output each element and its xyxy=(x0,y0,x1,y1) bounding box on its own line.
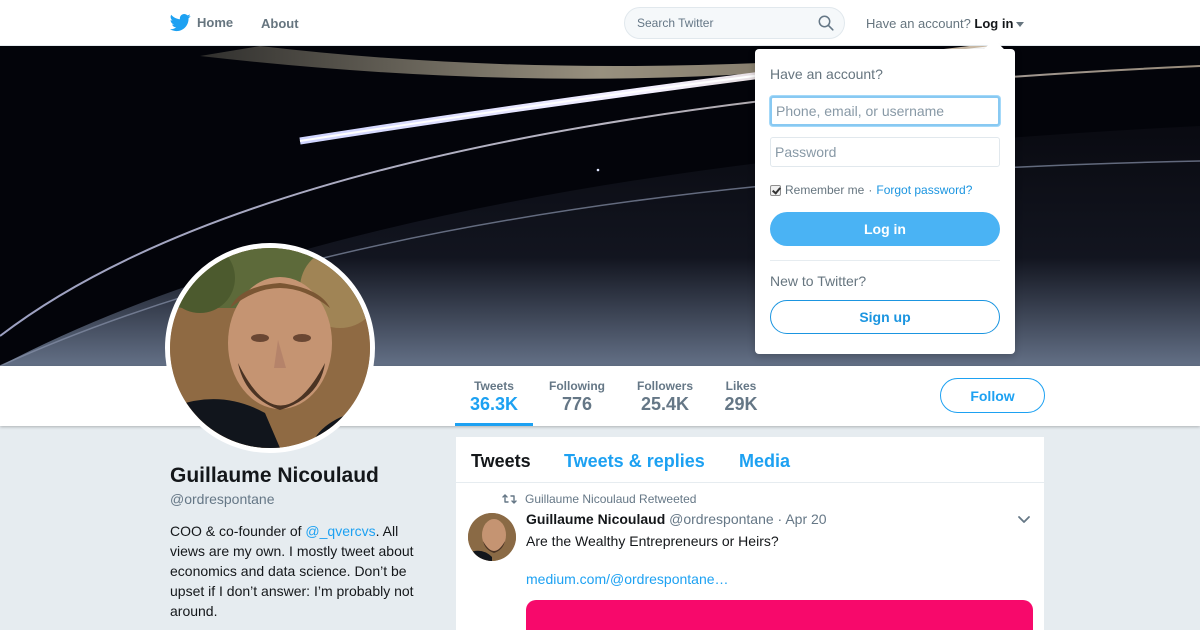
login-dropdown-toggle[interactable]: Log in xyxy=(974,16,1025,31)
tweet-date[interactable]: · Apr 20 xyxy=(778,511,827,527)
bio-mention-link[interactable]: @_qvercvs xyxy=(305,523,375,539)
twitter-bird-icon xyxy=(170,14,191,32)
retweet-icon xyxy=(502,494,517,504)
tab-media[interactable]: Media xyxy=(739,451,790,472)
have-account-text: Have an account? xyxy=(866,16,971,31)
new-to-twitter-text: New to Twitter? xyxy=(770,273,867,289)
follow-button[interactable]: Follow xyxy=(940,378,1045,413)
tweet-link[interactable]: medium.com/@ordrespontane… xyxy=(526,571,729,587)
bio-text: COO & co-founder of xyxy=(170,523,306,539)
have-account-area: Have an account? Log in xyxy=(866,16,1025,31)
remember-me-row: Remember me · Forgot password? xyxy=(770,183,972,197)
stat-followers[interactable]: Followers 25.4K xyxy=(636,379,694,415)
username-field[interactable] xyxy=(770,96,1000,126)
profile-bio: COO & co-founder of @_qvercvs. All views… xyxy=(170,521,420,621)
stat-label: Likes xyxy=(725,379,757,393)
stat-label: Followers xyxy=(636,379,693,393)
tab-tweets[interactable]: Tweets xyxy=(471,451,531,472)
stat-value: 776 xyxy=(561,394,593,414)
timeline: Tweets Tweets & replies Media Guillaume … xyxy=(456,437,1044,630)
top-navigation-bar: Home About Have an account? Log in xyxy=(0,0,1200,46)
search-input[interactable] xyxy=(625,8,805,38)
stat-label: Tweets xyxy=(474,379,514,393)
login-toggle-label: Log in xyxy=(974,16,1014,31)
tweet-author-name[interactable]: Guillaume Nicoulaud xyxy=(526,511,665,527)
stat-label: Following xyxy=(549,379,605,393)
chevron-down-icon[interactable] xyxy=(1017,515,1031,525)
stat-tweets[interactable]: Tweets 36.3K xyxy=(470,379,518,415)
password-field[interactable] xyxy=(770,137,1000,167)
retweet-context-text[interactable]: Guillaume Nicoulaud Retweeted xyxy=(525,492,696,506)
divider xyxy=(770,260,1000,261)
forgot-password-link[interactable]: Forgot password? xyxy=(876,183,972,197)
active-tab-indicator xyxy=(455,423,533,426)
stat-value: 36.3K xyxy=(470,394,519,414)
tweet-text: Are the Wealthy Entrepreneurs or Heirs? xyxy=(526,533,779,549)
tweet-header: Guillaume Nicoulaud @ordrespontane · Apr… xyxy=(526,511,827,527)
tweet-media-card[interactable] xyxy=(526,600,1033,630)
remember-me-checkbox[interactable] xyxy=(770,184,781,196)
signup-button[interactable]: Sign up xyxy=(770,300,1000,334)
stat-following[interactable]: Following 776 xyxy=(548,379,606,415)
stat-value: 29K xyxy=(724,394,758,414)
stat-value: 25.4K xyxy=(640,394,690,414)
caret-down-icon xyxy=(1016,22,1025,28)
tab-tweets-and-replies[interactable]: Tweets & replies xyxy=(564,451,705,472)
stat-likes[interactable]: Likes 29K xyxy=(724,379,758,415)
search-box xyxy=(624,7,845,39)
profile-name: Guillaume Nicoulaud xyxy=(170,464,379,487)
profile-avatar[interactable] xyxy=(165,243,375,453)
separator: · xyxy=(868,183,873,197)
login-dropdown-title: Have an account? xyxy=(770,66,883,82)
remember-me-label[interactable]: Remember me xyxy=(785,183,864,197)
timeline-tabs: Tweets Tweets & replies Media xyxy=(456,437,1044,483)
about-link[interactable]: About xyxy=(261,16,299,31)
search-icon[interactable] xyxy=(818,15,834,31)
home-link[interactable]: Home xyxy=(170,12,233,33)
login-button[interactable]: Log in xyxy=(770,212,1000,246)
login-dropdown: Have an account? Remember me · Forgot pa… xyxy=(755,39,1015,354)
retweet-context: Guillaume Nicoulaud Retweeted xyxy=(502,492,696,506)
profile-handle[interactable]: @ordrespontane xyxy=(170,491,275,507)
home-label: Home xyxy=(197,15,234,30)
tweet-author-handle[interactable]: @ordrespontane xyxy=(669,511,774,527)
tweet-author-avatar[interactable] xyxy=(468,513,516,561)
